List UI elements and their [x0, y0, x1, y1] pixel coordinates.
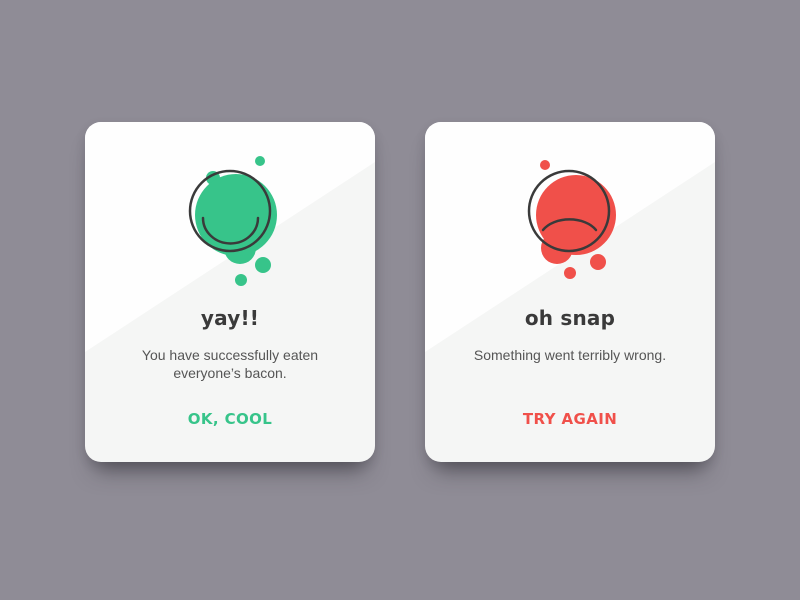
- try-again-button[interactable]: TRY AGAIN: [425, 410, 715, 428]
- sad-face-icon: [527, 160, 616, 279]
- dialog-title: oh snap: [524, 306, 616, 330]
- dialog-message: Something went terribly wrong.: [473, 347, 667, 363]
- ok-cool-button[interactable]: OK, COOL: [85, 410, 375, 428]
- success-dialog-card: yay!! You have successfully eaten everyo…: [85, 122, 375, 462]
- dialog-title: yay!!: [200, 306, 260, 330]
- smiley-face-icon: [188, 156, 277, 286]
- error-dialog-card: oh snap Something went terribly wrong. T…: [425, 122, 715, 462]
- dialog-message: You have successfully eaten everyone’s b…: [141, 347, 319, 381]
